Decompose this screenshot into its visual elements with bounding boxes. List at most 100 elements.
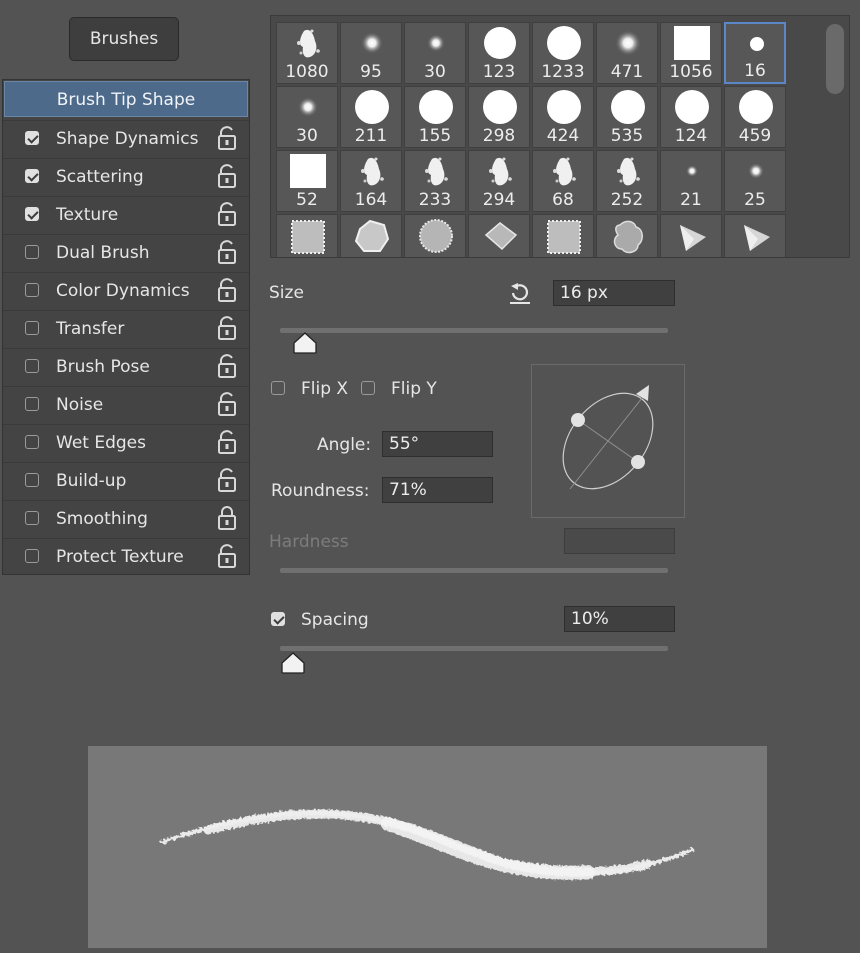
brush-preset[interactable]: 1080: [276, 22, 338, 84]
brush-preset[interactable]: 52: [276, 150, 338, 212]
brush-preset-grid[interactable]: 1080 95 30 123 1233 471 1056 16 30 211 155 298 424 53…: [270, 15, 850, 258]
sidebar-checkbox[interactable]: [25, 321, 39, 335]
sidebar-checkbox[interactable]: [25, 207, 39, 221]
lock-open-icon[interactable]: [216, 125, 238, 151]
brush-preset[interactable]: 68: [532, 150, 594, 212]
lock-open-icon[interactable]: [216, 315, 238, 341]
sidebar-item-noise[interactable]: Noise: [3, 386, 249, 423]
roundness-label: Roundness:: [271, 481, 370, 501]
brush-preset[interactable]: 155: [404, 86, 466, 148]
sidebar-checkbox[interactable]: [25, 359, 39, 373]
brush-preset[interactable]: 535: [596, 86, 658, 148]
brush-preset[interactable]: 471: [596, 22, 658, 84]
brush-preset[interactable]: 424: [532, 86, 594, 148]
sidebar-checkbox[interactable]: [25, 283, 39, 297]
brush-settings-list: Brush Tip Shape Shape Dynamics Scattering T…: [2, 79, 250, 575]
brush-preset[interactable]: 164: [340, 150, 402, 212]
brush-preset[interactable]: 25: [724, 150, 786, 212]
flip-y-label: Flip Y: [391, 379, 437, 399]
brush-preset[interactable]: 30: [404, 22, 466, 84]
lock-open-icon[interactable]: [216, 353, 238, 379]
lock-open-icon[interactable]: [216, 543, 238, 569]
sidebar-item-brush-pose[interactable]: Brush Pose: [3, 348, 249, 385]
sidebar-item-label: Color Dynamics: [56, 281, 190, 301]
lock-open-icon[interactable]: [216, 277, 238, 303]
sidebar-checkbox[interactable]: [25, 511, 39, 525]
reset-size-icon[interactable]: [507, 279, 533, 305]
sidebar-item-label: Noise: [56, 395, 104, 415]
brush-preset[interactable]: 298: [468, 86, 530, 148]
brush-preset[interactable]: 233: [404, 150, 466, 212]
size-slider-track[interactable]: [280, 328, 668, 333]
flip-y-checkbox[interactable]: [361, 381, 375, 395]
brush-preset[interactable]: 459: [724, 86, 786, 148]
flip-x-checkbox[interactable]: [271, 381, 285, 395]
sidebar-item-scattering[interactable]: Scattering: [3, 158, 249, 195]
sidebar-item-dual-brush[interactable]: Dual Brush: [3, 234, 249, 271]
angle-roundness-widget[interactable]: [531, 364, 685, 518]
sidebar-item-transfer[interactable]: Transfer: [3, 310, 249, 347]
sidebar-item-smoothing[interactable]: Smoothing: [3, 500, 249, 537]
brush-preset[interactable]: [468, 214, 530, 257]
sidebar-checkbox[interactable]: [25, 131, 39, 145]
spacing-checkbox[interactable]: [271, 612, 285, 626]
angle-input[interactable]: 55°: [382, 431, 493, 457]
brush-size-label: 535: [610, 126, 644, 146]
sidebar-checkbox[interactable]: [25, 549, 39, 563]
brush-preset[interactable]: [596, 214, 658, 257]
brush-preset[interactable]: 294: [468, 150, 530, 212]
brush-preset[interactable]: 30: [276, 86, 338, 148]
lock-open-icon[interactable]: [216, 467, 238, 493]
lock-open-icon[interactable]: [216, 391, 238, 417]
size-slider-thumb[interactable]: [292, 332, 318, 354]
sidebar-checkbox[interactable]: [25, 435, 39, 449]
brush-preset[interactable]: 1056: [660, 22, 722, 84]
sidebar-item-label: Smoothing: [56, 509, 148, 529]
sidebar-checkbox[interactable]: [25, 169, 39, 183]
sidebar-checkbox[interactable]: [25, 473, 39, 487]
brushes-button[interactable]: Brushes: [69, 17, 179, 61]
brush-size-label: 124: [674, 126, 708, 146]
brush-preset[interactable]: 1233: [532, 22, 594, 84]
spacing-input[interactable]: 10%: [564, 606, 675, 632]
sidebar-item-texture[interactable]: Texture: [3, 196, 249, 233]
brush-preset[interactable]: [276, 214, 338, 257]
sidebar-item-label: Texture: [56, 205, 119, 225]
sidebar-item-build-up[interactable]: Build-up: [3, 462, 249, 499]
roundness-input[interactable]: 71%: [382, 477, 493, 503]
sidebar-item-protect-texture[interactable]: Protect Texture: [3, 538, 249, 575]
spacing-slider-track[interactable]: [280, 646, 668, 651]
brush-preset[interactable]: 252: [596, 150, 658, 212]
sidebar-checkbox[interactable]: [25, 245, 39, 259]
lock-open-icon[interactable]: [216, 163, 238, 189]
brush-size-label: 30: [424, 62, 446, 82]
brush-preset[interactable]: [724, 214, 786, 257]
brush-size-label: 68: [552, 190, 574, 210]
sidebar-item-wet-edges[interactable]: Wet Edges: [3, 424, 249, 461]
flip-x-label: Flip X: [301, 379, 349, 399]
sidebar-item-brush-tip-shape[interactable]: Brush Tip Shape: [4, 81, 248, 117]
lock-open-icon[interactable]: [216, 201, 238, 227]
brush-size-label: 164: [354, 190, 388, 210]
sidebar-checkbox[interactable]: [25, 397, 39, 411]
brush-preset[interactable]: 123: [468, 22, 530, 84]
brush-preset[interactable]: 124: [660, 86, 722, 148]
lock-open-icon[interactable]: [216, 239, 238, 265]
brush-preset[interactable]: 16: [724, 22, 786, 84]
sidebar-item-color-dynamics[interactable]: Color Dynamics: [3, 272, 249, 309]
brush-preset[interactable]: [660, 214, 722, 257]
size-input[interactable]: 16 px: [553, 280, 675, 306]
brush-preset[interactable]: [404, 214, 466, 257]
brush-preset[interactable]: [340, 214, 402, 257]
spacing-slider-thumb[interactable]: [280, 652, 306, 674]
lock-open-icon[interactable]: [216, 429, 238, 455]
brush-size-label: 459: [738, 126, 772, 146]
brush-preset[interactable]: 211: [340, 86, 402, 148]
brush-preset[interactable]: 95: [340, 22, 402, 84]
brush-preset[interactable]: 21: [660, 150, 722, 212]
sidebar-item-shape-dynamics[interactable]: Shape Dynamics: [3, 120, 249, 157]
lock-closed-icon[interactable]: [216, 505, 238, 531]
grid-scrollbar[interactable]: [826, 24, 844, 94]
angle-arrow-icon[interactable]: [636, 385, 649, 401]
brush-preset[interactable]: [532, 214, 594, 257]
